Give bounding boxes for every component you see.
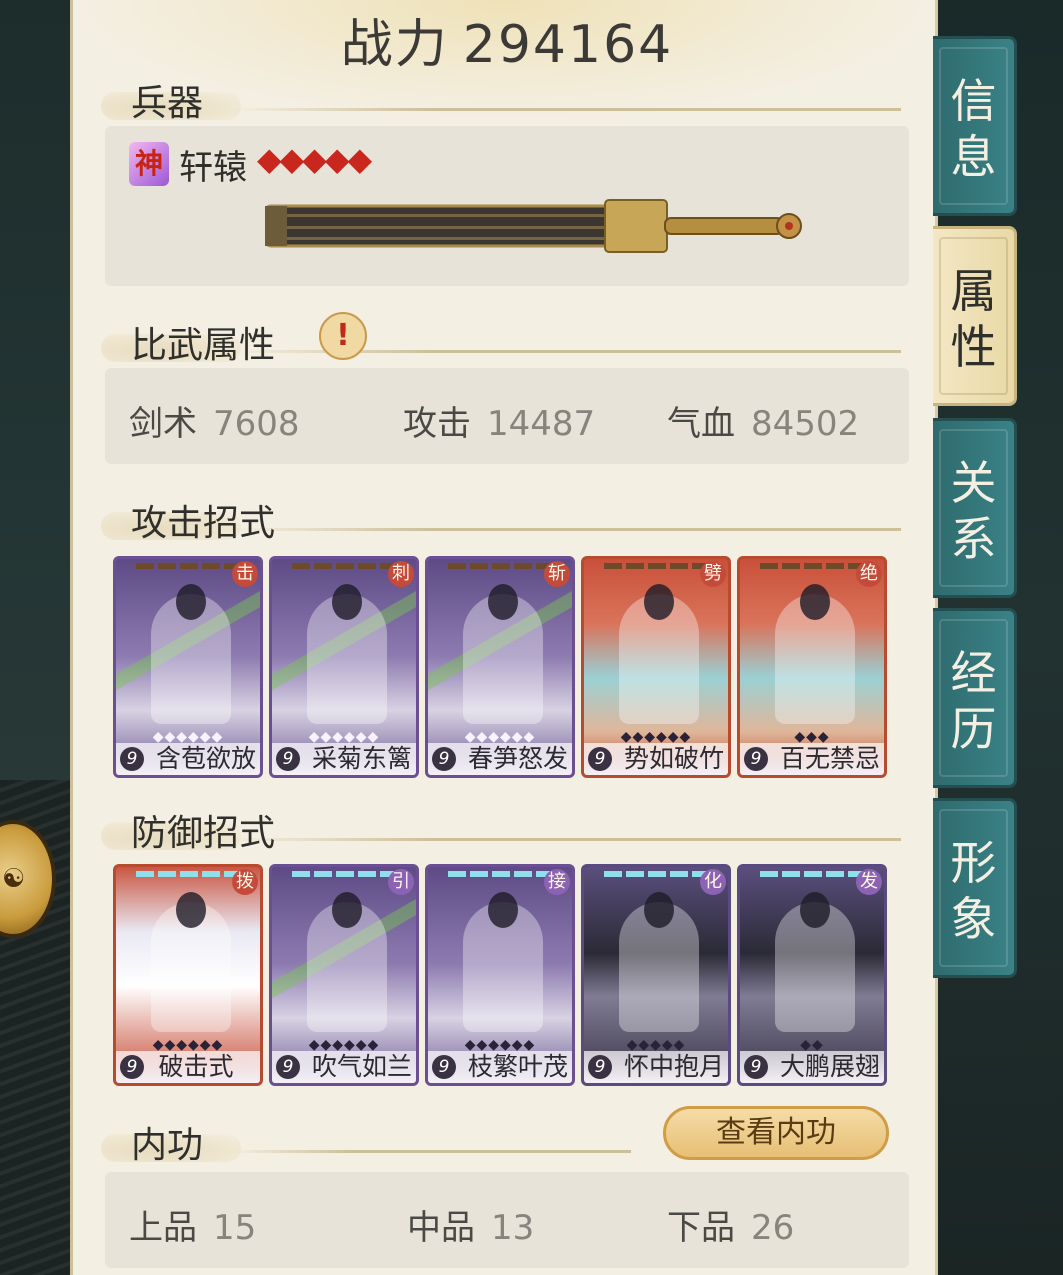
divider xyxy=(231,528,901,531)
move-card[interactable]: 发 ◆◆ 大鹏展翅 9 xyxy=(737,864,887,1086)
move-level: 9 xyxy=(744,1055,768,1079)
grade-high: 上品 15 xyxy=(129,1208,257,1248)
character-figure xyxy=(619,892,699,1032)
section-defense: 防御招式 xyxy=(101,800,901,854)
combat-power-label: 战力 xyxy=(340,15,449,75)
move-card[interactable]: 绝 ◆◆◆ 百无禁忌 9 xyxy=(737,556,887,778)
move-level: 9 xyxy=(276,1055,300,1079)
divider xyxy=(231,108,901,111)
move-level: 9 xyxy=(120,1055,144,1079)
section-compare: 比武属性 ! xyxy=(101,312,901,366)
view-inner-skill-button[interactable]: 查看内功 xyxy=(663,1106,889,1160)
attr-hp: 气血 84502 xyxy=(667,404,860,444)
move-level: 9 xyxy=(120,747,144,771)
section-title: 内功 xyxy=(131,1125,204,1166)
move-type-tag: 发 xyxy=(856,869,882,895)
move-type-tag: 刺 xyxy=(388,561,414,587)
inner-grades-box: 上品 15 中品 13 下品 26 xyxy=(105,1172,909,1268)
weapon-name: 轩辕 xyxy=(179,148,247,188)
section-title: 攻击招式 xyxy=(131,503,276,544)
move-level: 9 xyxy=(588,1055,612,1079)
move-card[interactable]: 斩 ◆◆◆◆◆◆ 春笋怒发 9 xyxy=(425,556,575,778)
alert-icon[interactable]: ! xyxy=(319,312,367,360)
attribute-panel: 战力 294164 兵器 神 轩辕 ◆◆◆◆◆ 比武属性 ! 剑术 7608 攻击 1… xyxy=(70,0,938,1275)
section-title: 防御招式 xyxy=(131,813,276,854)
section-weapon: 兵器 xyxy=(101,70,901,124)
move-type-tag: 绝 xyxy=(856,561,882,587)
combat-power: 战力 294164 xyxy=(73,2,941,77)
character-figure xyxy=(775,584,855,724)
tab-history[interactable]: 经历 xyxy=(933,608,1017,788)
section-title: 兵器 xyxy=(131,83,204,124)
character-figure xyxy=(619,584,699,724)
grade-mid: 中品 13 xyxy=(407,1208,535,1248)
character-figure xyxy=(307,892,387,1032)
divider xyxy=(231,838,901,841)
character-figure xyxy=(775,892,855,1032)
section-title: 比武属性 xyxy=(131,325,276,366)
defense-moves: 拨 ◆◆◆◆◆◆ 破击式 9 引 ◆◆◆◆◆◆ 吹气如兰 9 接 ◆◆◆◆◆◆ … xyxy=(113,864,913,1094)
tab-appearance[interactable]: 形象 xyxy=(933,798,1017,978)
weapon-box[interactable]: 神 轩辕 ◆◆◆◆◆ xyxy=(105,126,909,286)
tab-info[interactable]: 信息 xyxy=(933,36,1017,216)
background-left xyxy=(0,0,80,1275)
move-card[interactable]: 拨 ◆◆◆◆◆◆ 破击式 9 xyxy=(113,864,263,1086)
move-card[interactable]: 击 ◆◆◆◆◆◆ 含苞欲放 9 xyxy=(113,556,263,778)
character-figure xyxy=(463,892,543,1032)
compare-attrs-box: 剑术 7608 攻击 14487 气血 84502 xyxy=(105,368,909,464)
grade-low: 下品 26 xyxy=(667,1208,795,1248)
character-figure xyxy=(463,584,543,724)
combat-power-value: 294164 xyxy=(462,15,674,75)
character-figure xyxy=(307,584,387,724)
weapon-stars: ◆◆◆◆◆ xyxy=(257,140,372,178)
move-level: 9 xyxy=(432,747,456,771)
move-type-tag: 引 xyxy=(388,869,414,895)
section-attack: 攻击招式 xyxy=(101,490,901,544)
move-type-tag: 劈 xyxy=(700,561,726,587)
move-card[interactable]: 刺 ◆◆◆◆◆◆ 采菊东篱 9 xyxy=(269,556,419,778)
move-type-tag: 击 xyxy=(232,561,258,587)
move-level: 9 xyxy=(588,747,612,771)
move-type-tag: 斩 xyxy=(544,561,570,587)
move-level: 9 xyxy=(276,747,300,771)
sword-icon xyxy=(265,199,802,253)
attr-attack: 攻击 14487 xyxy=(403,404,596,444)
move-level: 9 xyxy=(432,1055,456,1079)
move-card[interactable]: 化 ◆◆◆◆◆ 怀中抱月 9 xyxy=(581,864,731,1086)
move-card[interactable]: 劈 ◆◆◆◆◆◆ 势如破竹 9 xyxy=(581,556,731,778)
tab-relations[interactable]: 关系 xyxy=(933,418,1017,598)
move-type-tag: 化 xyxy=(700,869,726,895)
move-level: 9 xyxy=(744,747,768,771)
divine-badge: 神 xyxy=(129,142,169,186)
move-card[interactable]: 接 ◆◆◆◆◆◆ 枝繁叶茂 9 xyxy=(425,864,575,1086)
move-card[interactable]: 引 ◆◆◆◆◆◆ 吹气如兰 9 xyxy=(269,864,419,1086)
character-figure xyxy=(151,892,231,1032)
attr-sword: 剑术 7608 xyxy=(129,404,300,444)
tab-attributes[interactable]: 属性 xyxy=(933,226,1017,406)
attack-moves: 击 ◆◆◆◆◆◆ 含苞欲放 9 刺 ◆◆◆◆◆◆ 采菊东篱 9 斩 ◆◆◆◆◆◆… xyxy=(113,556,913,786)
divider xyxy=(231,1150,631,1153)
character-figure xyxy=(151,584,231,724)
move-type-tag: 拨 xyxy=(232,869,258,895)
move-type-tag: 接 xyxy=(544,869,570,895)
